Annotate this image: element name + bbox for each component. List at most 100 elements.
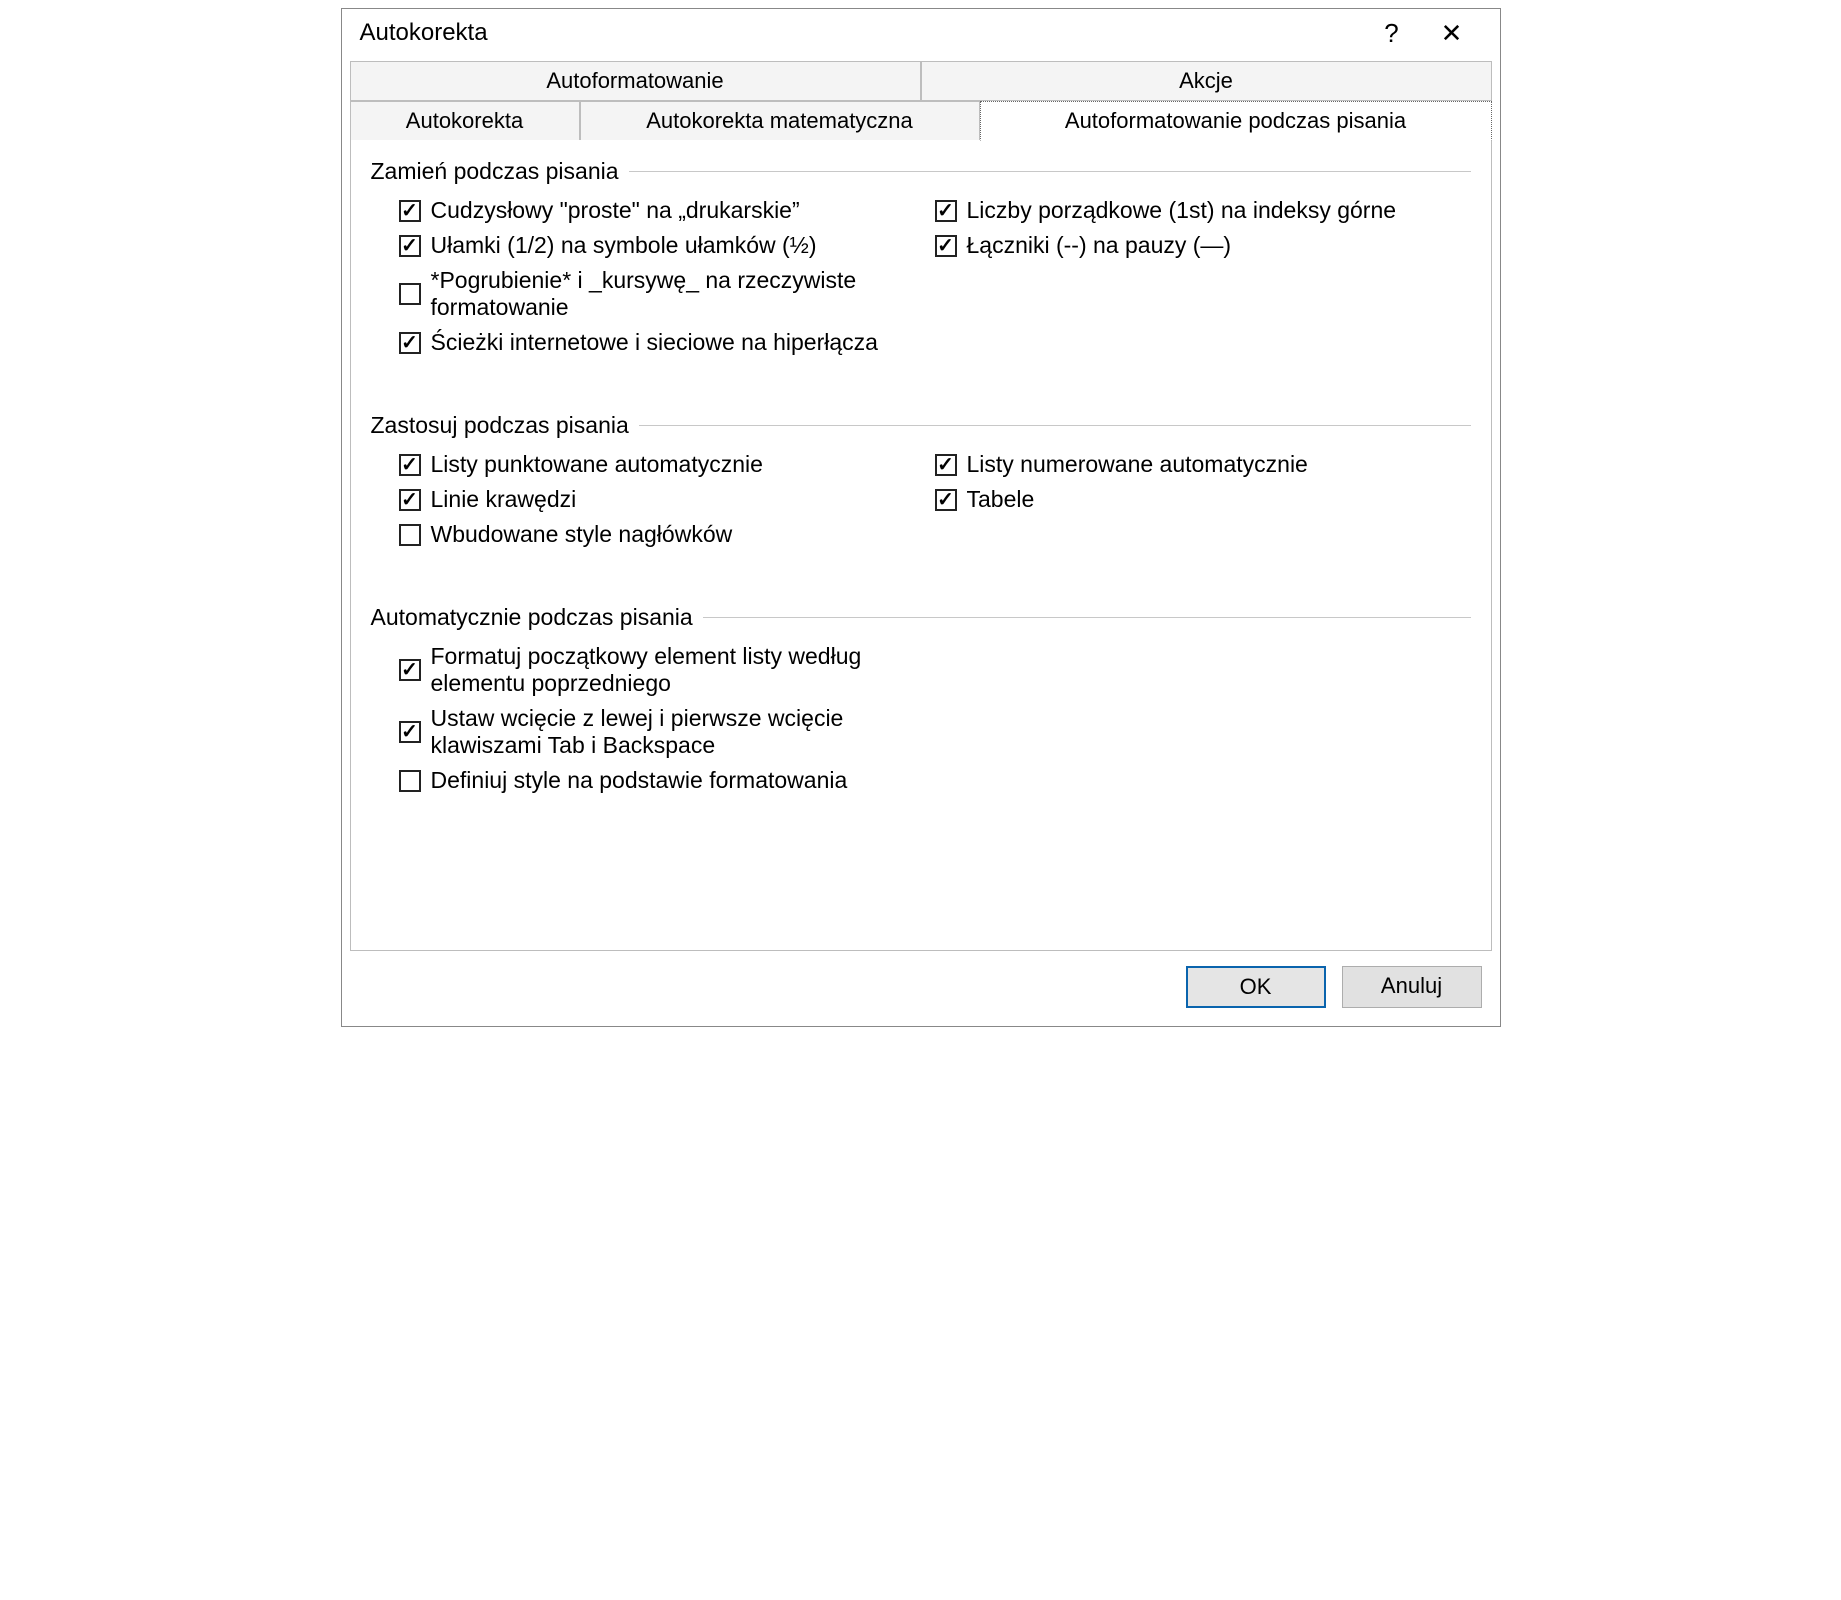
option-row: ✓ Formatuj początkowy element listy wedłu… xyxy=(371,643,1471,697)
checkbox-option[interactable]: ✓ Ułamki (1/2) na symbole ułamków (½) xyxy=(399,232,935,259)
tab-strip: Autoformatowanie Akcje Autokorekta Autok… xyxy=(342,61,1500,141)
checkbox-icon[interactable]: ✓ xyxy=(935,235,957,257)
option-col xyxy=(935,705,1471,759)
option-col: ✓ Wbudowane style nagłówków xyxy=(399,521,935,548)
group-title: Zastosuj podczas pisania xyxy=(371,412,639,439)
check-mark-icon: ✓ xyxy=(401,333,418,353)
titlebar: Autokorekta ? ✕ xyxy=(342,9,1500,61)
checkbox-option[interactable]: ✓ Liczby porządkowe (1st) na indeksy górn… xyxy=(935,197,1471,224)
checkbox-label: Ułamki (1/2) na symbole ułamków (½) xyxy=(431,232,817,259)
checkbox-icon[interactable]: ✓ xyxy=(399,200,421,222)
checkbox-option[interactable]: ✓ Definiuj style na podstawie formatowani… xyxy=(399,767,935,794)
checkbox-label: Cudzysłowy "proste" na „drukarskie” xyxy=(431,197,800,224)
checkbox-label: Ścieżki internetowe i sieciowe na hiperł… xyxy=(431,329,878,356)
option-col xyxy=(935,767,1471,794)
checkbox-icon[interactable]: ✓ xyxy=(935,489,957,511)
option-col: ✓ Listy punktowane automatycznie xyxy=(399,451,935,478)
option-row: ✓ Listy punktowane automatycznie ✓ Listy nu… xyxy=(371,451,1471,478)
checkbox-option[interactable]: ✓ Listy numerowane automatycznie xyxy=(935,451,1471,478)
checkbox-icon[interactable]: ✓ xyxy=(399,524,421,546)
group-header: Automatycznie podczas pisania xyxy=(371,604,1471,631)
checkbox-option[interactable]: ✓ Łączniki (--) na pauzy (—) xyxy=(935,232,1471,259)
divider-line xyxy=(639,425,1471,426)
option-col: ✓ Ułamki (1/2) na symbole ułamków (½) xyxy=(399,232,935,259)
ok-button[interactable]: OK xyxy=(1186,966,1326,1008)
tab-autokorekta-matematyczna[interactable]: Autokorekta matematyczna xyxy=(580,101,980,141)
tab-akcje[interactable]: Akcje xyxy=(921,61,1492,101)
check-mark-icon: ✓ xyxy=(937,455,954,475)
option-row: ✓ Cudzysłowy "proste" na „drukarskie” ✓ Lic… xyxy=(371,197,1471,224)
checkbox-label: Listy numerowane automatycznie xyxy=(967,451,1308,478)
option-col: ✓ Cudzysłowy "proste" na „drukarskie” xyxy=(399,197,935,224)
checkbox-option[interactable]: ✓ Formatuj początkowy element listy wedłu… xyxy=(399,643,935,697)
tab-autoformatowanie[interactable]: Autoformatowanie xyxy=(350,61,921,101)
option-row: ✓ Wbudowane style nagłówków xyxy=(371,521,1471,548)
check-mark-icon: ✓ xyxy=(937,236,954,256)
option-row: ✓Linie krawędzi✓ Tabele xyxy=(371,486,1471,513)
checkbox-icon[interactable]: ✓ xyxy=(935,200,957,222)
checkbox-icon[interactable]: ✓ xyxy=(399,235,421,257)
checkbox-option[interactable]: ✓Linie krawędzi xyxy=(399,486,935,513)
checkbox-option[interactable]: ✓ Cudzysłowy "proste" na „drukarskie” xyxy=(399,197,935,224)
option-group: Zastosuj podczas pisania ✓ Listy punktowan… xyxy=(371,412,1471,548)
group-header: Zastosuj podczas pisania xyxy=(371,412,1471,439)
group-header: Zamień podczas pisania xyxy=(371,158,1471,185)
checkbox-option[interactable]: ✓ *Pogrubienie* i _kursywę_ na rzeczywist… xyxy=(399,267,935,321)
checkbox-label: Łączniki (--) na pauzy (—) xyxy=(967,232,1232,259)
tab-autokorekta[interactable]: Autokorekta xyxy=(350,101,580,141)
option-row: ✓ Ustaw wcięcie z lewej i pierwsze wcięci… xyxy=(371,705,1471,759)
checkbox-icon[interactable]: ✓ xyxy=(399,721,421,743)
checkbox-label: Listy punktowane automatycznie xyxy=(431,451,763,478)
checkbox-icon[interactable]: ✓ xyxy=(399,283,421,305)
option-group: Zamień podczas pisania ✓ Cudzysłowy "prost… xyxy=(371,158,1471,356)
group-title: Automatycznie podczas pisania xyxy=(371,604,703,631)
option-col: ✓ Łączniki (--) na pauzy (—) xyxy=(935,232,1471,259)
cancel-button[interactable]: Anuluj xyxy=(1342,966,1482,1008)
checkbox-label: Tabele xyxy=(967,486,1035,513)
option-row: ✓ Definiuj style na podstawie formatowani… xyxy=(371,767,1471,794)
checkbox-option[interactable]: ✓ Wbudowane style nagłówków xyxy=(399,521,935,548)
checkbox-option[interactable]: ✓ Ścieżki internetowe i sieciowe na hiper… xyxy=(399,329,935,356)
checkbox-label: Wbudowane style nagłówków xyxy=(431,521,733,548)
divider-line xyxy=(703,617,1471,618)
checkbox-icon[interactable]: ✓ xyxy=(399,489,421,511)
checkbox-icon[interactable]: ✓ xyxy=(399,659,421,681)
group-title: Zamień podczas pisania xyxy=(371,158,629,185)
checkbox-icon[interactable]: ✓ xyxy=(399,770,421,792)
option-col: ✓ Tabele xyxy=(935,486,1471,513)
option-row: ✓ Ułamki (1/2) na symbole ułamków (½) ✓ Łąc… xyxy=(371,232,1471,259)
option-group: Automatycznie podczas pisania ✓ Formatuj p… xyxy=(371,604,1471,794)
dialog-title: Autokorekta xyxy=(360,19,1362,47)
option-row: ✓ *Pogrubienie* i _kursywę_ na rzeczywist… xyxy=(371,267,1471,321)
option-col: ✓ Ścieżki internetowe i sieciowe na hiper… xyxy=(399,329,935,356)
option-col: ✓Linie krawędzi xyxy=(399,486,935,513)
check-mark-icon: ✓ xyxy=(401,722,418,742)
checkbox-icon[interactable]: ✓ xyxy=(935,454,957,476)
help-button[interactable]: ? xyxy=(1362,20,1422,46)
tab-content: Zamień podczas pisania ✓ Cudzysłowy "prost… xyxy=(350,140,1492,951)
checkbox-label: Definiuj style na podstawie formatowania xyxy=(431,767,848,794)
dialog-buttons: OK Anuluj xyxy=(342,952,1500,1026)
checkbox-label: Liczby porządkowe (1st) na indeksy górne xyxy=(967,197,1397,224)
checkbox-option[interactable]: ✓ Tabele xyxy=(935,486,1471,513)
check-mark-icon: ✓ xyxy=(401,490,418,510)
option-col xyxy=(935,643,1471,697)
option-col xyxy=(935,329,1471,356)
checkbox-label: *Pogrubienie* i _kursywę_ na rzeczywiste… xyxy=(431,267,935,321)
tab-autoformatowanie-podczas-pisania[interactable]: Autoformatowanie podczas pisania xyxy=(980,101,1492,141)
option-col: ✓ Listy numerowane automatycznie xyxy=(935,451,1471,478)
autocorrect-dialog: Autokorekta ? ✕ Autoformatowanie Akcje A… xyxy=(341,8,1501,1027)
check-mark-icon: ✓ xyxy=(401,201,418,221)
option-col xyxy=(935,521,1471,548)
option-row: ✓ Ścieżki internetowe i sieciowe na hiper… xyxy=(371,329,1471,356)
check-mark-icon: ✓ xyxy=(937,490,954,510)
checkbox-label: Formatuj początkowy element listy według… xyxy=(431,643,935,697)
option-col: ✓ Liczby porządkowe (1st) na indeksy górn… xyxy=(935,197,1471,224)
checkbox-option[interactable]: ✓ Listy punktowane automatycznie xyxy=(399,451,935,478)
checkbox-label: Ustaw wcięcie z lewej i pierwsze wcięcie… xyxy=(431,705,935,759)
close-button[interactable]: ✕ xyxy=(1422,20,1482,46)
checkbox-icon[interactable]: ✓ xyxy=(399,454,421,476)
checkbox-icon[interactable]: ✓ xyxy=(399,332,421,354)
option-col: ✓ Definiuj style na podstawie formatowani… xyxy=(399,767,935,794)
checkbox-option[interactable]: ✓ Ustaw wcięcie z lewej i pierwsze wcięci… xyxy=(399,705,935,759)
